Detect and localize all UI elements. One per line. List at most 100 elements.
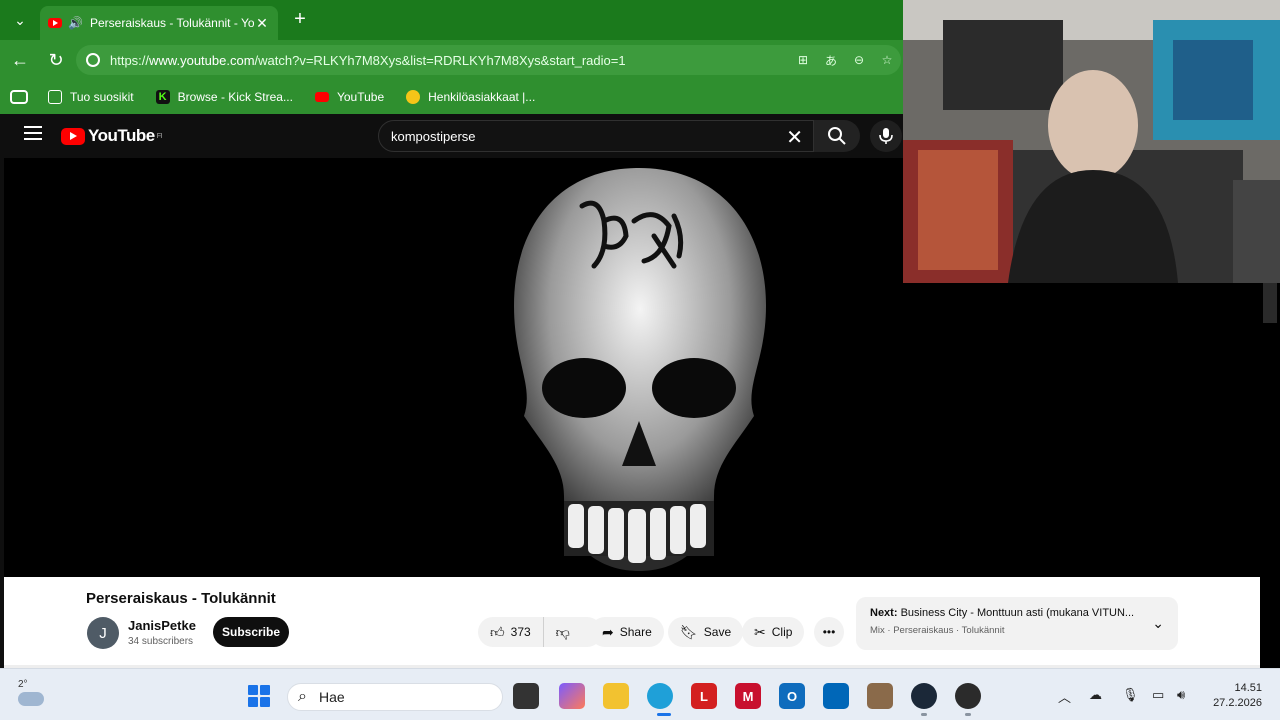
voice-search-button[interactable]: [870, 120, 902, 152]
outlook-icon[interactable]: O: [779, 683, 805, 709]
thumbs-down-icon: 👎︎: [555, 623, 570, 640]
apps-icon[interactable]: [10, 90, 28, 104]
zoom-icon[interactable]: ⊖: [845, 53, 873, 67]
url-host: www.youtube.com: [149, 52, 255, 68]
task-view-icon[interactable]: [513, 683, 539, 709]
cloud-icon: [18, 692, 44, 706]
bookmark-label: Henkilöasiakkaat |...: [428, 90, 536, 104]
youtube-header: YouTube FI kompostiperse ✕: [4, 114, 903, 158]
speaker-icon[interactable]: 🔊: [68, 16, 84, 30]
temperature: 2°: [18, 679, 28, 690]
more-horizontal-icon: •••: [822, 625, 836, 639]
more-actions-button[interactable]: •••: [814, 617, 844, 647]
bookmark-label: YouTube: [336, 90, 385, 104]
search-button[interactable]: [814, 120, 860, 152]
address-toolbar: ← ↻ https://www.youtube.com/watch?v=RLKY…: [0, 40, 903, 80]
menu-icon[interactable]: [24, 126, 42, 140]
start-button[interactable]: [248, 685, 270, 707]
subscriber-count: 34 subscribers: [128, 636, 194, 647]
network-icon[interactable]: ▭: [1152, 687, 1164, 703]
clip-button[interactable]: ✂ Clip: [742, 617, 805, 647]
skull-artwork: [514, 168, 766, 571]
taskbar-search[interactable]: ⌕ Hae: [287, 683, 503, 711]
site-info-icon[interactable]: [86, 53, 100, 67]
folder-icon: [48, 90, 62, 104]
like-button[interactable]: 👍︎ 373: [478, 617, 544, 647]
microsoft-store-icon[interactable]: [823, 683, 849, 709]
next-up-panel[interactable]: Next: Business City - Monttuun asti (muk…: [856, 597, 1178, 650]
youtube-logo-text: YouTube: [88, 126, 155, 145]
search-input[interactable]: kompostiperse ✕: [378, 120, 814, 152]
address-bar[interactable]: https://www.youtube.com/watch?v=RLKYh7M8…: [76, 45, 901, 75]
webcam-overlay: [903, 0, 1280, 283]
game-app-icon[interactable]: [867, 683, 893, 709]
save-button[interactable]: 🔖︎ Save: [668, 617, 744, 647]
onedrive-icon[interactable]: ☁: [1089, 687, 1102, 703]
video-title: Perseraiskaus - Tolukännit: [86, 590, 276, 607]
channel-name[interactable]: JanisPetke: [128, 618, 196, 633]
bookmark-kick[interactable]: K Browse - Kick Strea...: [155, 90, 293, 104]
clock-date: 27.2.2026: [1213, 697, 1262, 709]
tab-actions-chevron-icon[interactable]: ⌄: [8, 8, 32, 32]
subscribe-button[interactable]: Subscribe: [213, 617, 289, 647]
like-count: 373: [510, 625, 531, 639]
clear-search-icon[interactable]: ✕: [786, 125, 803, 150]
microphone-icon[interactable]: 🎙︎: [1122, 687, 1139, 703]
search-icon: [828, 127, 846, 145]
taskbar-search-placeholder: Hae: [318, 689, 345, 705]
windows-logo-tile: [248, 685, 258, 695]
back-arrow-icon[interactable]: ←: [9, 50, 31, 72]
channel-avatar[interactable]: J: [87, 617, 119, 649]
chevron-down-icon[interactable]: ⌄: [1152, 615, 1164, 632]
youtube-icon: [314, 92, 329, 102]
scissors-icon: ✂: [754, 623, 766, 640]
url-path: /watch?v=RLKYh7M8Xys&list=RDRLKYh7M8Xys&…: [254, 52, 626, 68]
clock-time: 14.51: [1234, 682, 1262, 694]
youtube-logo[interactable]: YouTube FI: [61, 126, 162, 146]
favorite-star-icon[interactable]: ☆: [873, 53, 901, 67]
webcam-feed-image: [903, 0, 1280, 283]
region-code: FI: [156, 132, 163, 140]
tab-title: Perseraiskaus - Tolukännit - YouTube: [90, 16, 254, 30]
page-scrollbar[interactable]: [1260, 283, 1280, 668]
search-icon: ⌕: [298, 688, 307, 705]
l-app-icon[interactable]: L: [691, 683, 717, 709]
running-app-indicator: [965, 713, 971, 716]
search-query: kompostiperse: [391, 128, 476, 144]
translate-icon[interactable]: あ: [817, 52, 845, 69]
windows-taskbar: 2° ⌕ Hae L M O ︿ ☁ 🎙︎ ▭ 🔊︎ 14.51 27.2.20…: [0, 668, 1280, 720]
dislike-button[interactable]: 👎︎: [544, 624, 588, 641]
share-label: Share: [619, 625, 652, 639]
obs-icon[interactable]: [955, 683, 981, 709]
next-label: Next:: [870, 607, 898, 619]
new-tab-button[interactable]: +: [288, 8, 312, 32]
share-button[interactable]: ➦ Share: [590, 617, 664, 647]
system-clock[interactable]: 14.51 27.2.2026: [1210, 681, 1262, 711]
browser-tabbar: ⌄ 🔊 Perseraiskaus - Tolukännit - YouTube…: [0, 0, 903, 40]
running-app-indicator: [921, 713, 927, 716]
scrollbar-thumb[interactable]: [1263, 283, 1277, 323]
next-title: Business City - Monttuun asti (mukana VI…: [900, 607, 1135, 619]
share-icon: ➦: [602, 623, 614, 640]
browser-tab-active[interactable]: 🔊 Perseraiskaus - Tolukännit - YouTube ✕: [40, 6, 278, 40]
weather-widget[interactable]: 2°: [18, 679, 44, 706]
steam-icon[interactable]: [911, 683, 937, 709]
edge-browser-icon[interactable]: [647, 683, 673, 709]
refresh-icon[interactable]: ↻: [45, 50, 67, 72]
app-available-icon[interactable]: ⊞: [789, 53, 817, 67]
show-hidden-icons-chevron-icon[interactable]: ︿: [1058, 687, 1071, 706]
copilot-icon[interactable]: [559, 683, 585, 709]
close-tab-icon[interactable]: ✕: [254, 15, 270, 32]
url-text: https://www.youtube.com/watch?v=RLKYh7M8…: [110, 53, 789, 68]
file-explorer-icon[interactable]: [603, 683, 629, 709]
mcafee-icon[interactable]: M: [735, 683, 761, 709]
microphone-icon: [879, 128, 893, 144]
screen: ⌄ 🔊 Perseraiskaus - Tolukännit - YouTube…: [0, 0, 1280, 720]
windows-logo-tile: [260, 697, 270, 707]
volume-icon[interactable]: 🔊︎: [1177, 687, 1185, 703]
bookmark-henkiloasiakkaat[interactable]: Henkilöasiakkaat |...: [406, 90, 535, 104]
thumbs-up-icon: 👍︎: [490, 623, 505, 640]
video-info-panel: Perseraiskaus - Tolukännit J JanisPetke …: [4, 577, 1260, 668]
bookmark-import-favorites[interactable]: Tuo suosikit: [48, 90, 134, 104]
bookmark-youtube[interactable]: YouTube: [314, 90, 385, 104]
